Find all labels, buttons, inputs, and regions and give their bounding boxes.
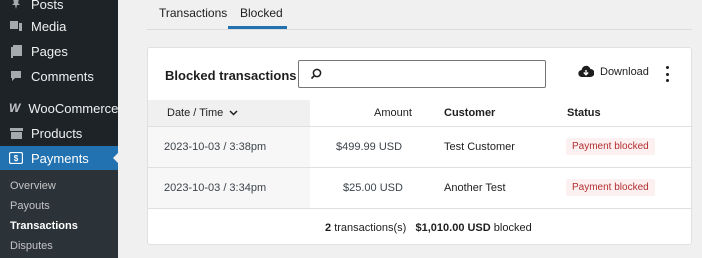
table-row[interactable]: 2023-10-03 / 3:38pm $499.99 USD Test Cus…: [148, 127, 691, 168]
table-header: Date / Time Amount Customer Status: [148, 100, 691, 127]
summary-total: $1,010.00 USD: [415, 222, 491, 234]
sidebar-item-comments[interactable]: Comments: [0, 64, 118, 88]
table-footer: 2 transactions(s) $1,010.00 USD blocked: [148, 210, 691, 244]
sidebar-item-label: Comments: [31, 68, 94, 84]
sidebar-item-label: Posts: [31, 0, 64, 12]
column-header-amount: Amount: [374, 107, 412, 119]
sidebar-item-label: WooCommerce: [28, 100, 119, 116]
cell-datetime: 2023-10-03 / 3:38pm: [164, 141, 267, 153]
svg-text:$: $: [14, 154, 19, 163]
column-header-status: Status: [567, 107, 601, 119]
status-badge: Payment blocked: [566, 138, 655, 155]
submenu-item-transactions[interactable]: Transactions: [10, 220, 78, 232]
sidebar-item-woocommerce[interactable]: W WooCommerce: [0, 96, 118, 120]
card-title: Blocked transactions: [165, 68, 297, 83]
tab-blocked[interactable]: Blocked: [240, 6, 283, 20]
cell-amount: $25.00 USD: [343, 182, 403, 194]
admin-sidebar: Posts Media Pages Comments W WooCommerce…: [0, 0, 119, 258]
sidebar-item-label: Pages: [31, 43, 68, 59]
comments-icon: [9, 69, 23, 83]
submenu-item-payouts[interactable]: Payouts: [10, 200, 50, 212]
sidebar-item-label: Payments: [31, 150, 89, 166]
more-options-icon[interactable]: [662, 65, 672, 83]
column-header-customer: Customer: [444, 107, 496, 119]
active-tab-indicator: [228, 26, 287, 29]
media-icon: [9, 19, 23, 33]
summary-total-suffix: blocked: [493, 222, 532, 234]
sidebar-item-pages[interactable]: Pages: [0, 39, 118, 63]
status-badge: Payment blocked: [566, 179, 655, 196]
table-row[interactable]: 2023-10-03 / 3:34pm $25.00 USD Another T…: [148, 168, 691, 209]
cell-customer: Test Customer: [444, 141, 515, 153]
woocommerce-icon: W: [9, 101, 21, 115]
pages-icon: [9, 44, 23, 58]
sidebar-item-label: Products: [31, 125, 83, 141]
payments-submenu: Overview Payouts Transactions Disputes: [0, 170, 118, 258]
chevron-down-icon: [229, 110, 238, 116]
summary-count-suffix: transactions(s): [334, 222, 407, 234]
blocked-transactions-card: Blocked transactions Download Date / Tim…: [147, 47, 692, 245]
search-icon: [309, 67, 323, 81]
cell-datetime: 2023-10-03 / 3:34pm: [164, 182, 267, 194]
payments-icon: $: [9, 151, 23, 165]
submenu-item-disputes[interactable]: Disputes: [10, 240, 53, 252]
products-icon: [9, 126, 23, 140]
submenu-item-overview[interactable]: Overview: [10, 180, 56, 192]
tab-transactions[interactable]: Transactions: [159, 6, 227, 20]
pin-icon: [9, 0, 23, 11]
search-box[interactable]: [298, 60, 546, 88]
search-input[interactable]: [329, 65, 539, 83]
sidebar-item-products[interactable]: Products: [0, 121, 118, 145]
download-label: Download: [600, 66, 649, 78]
column-header-datetime[interactable]: Date / Time: [167, 107, 238, 119]
summary-count: 2: [325, 222, 332, 234]
sidebar-item-payments[interactable]: $ Payments: [0, 146, 119, 170]
cell-customer: Another Test: [444, 182, 506, 194]
cell-amount: $499.99 USD: [336, 141, 403, 153]
sidebar-item-label: Media: [31, 18, 67, 34]
download-button[interactable]: Download: [578, 65, 649, 79]
active-indicator: [113, 152, 119, 164]
summary-text: 2 transactions(s) $1,010.00 USD blocked: [325, 222, 532, 234]
cloud-download-icon: [578, 65, 595, 79]
sidebar-item-media[interactable]: Media: [0, 14, 118, 38]
